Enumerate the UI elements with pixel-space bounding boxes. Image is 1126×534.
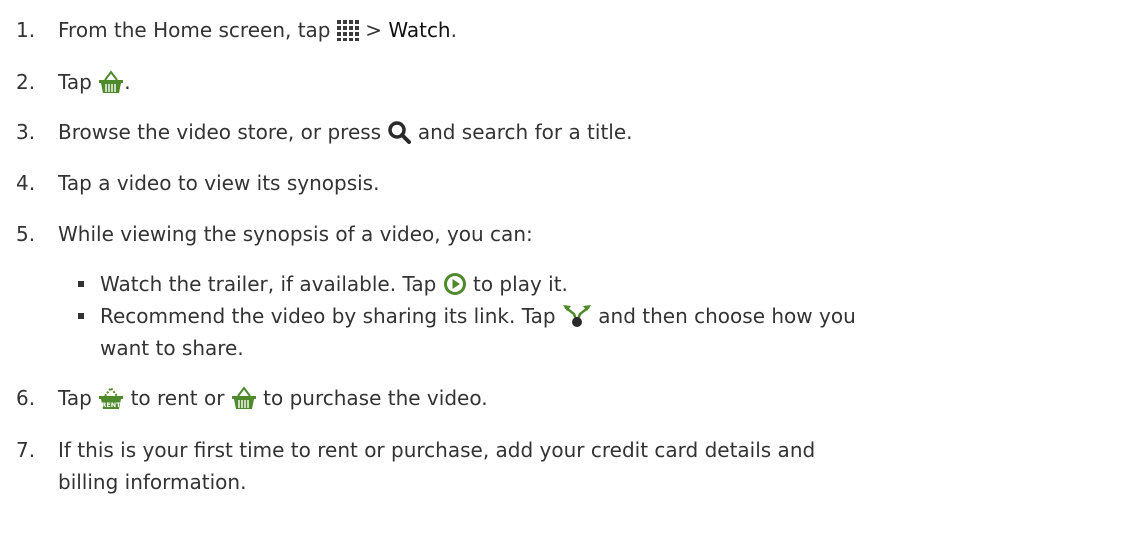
step-text: If this is your first time to rent or pu… xyxy=(58,438,816,462)
search-icon xyxy=(388,120,412,144)
step-text: Tap xyxy=(58,70,92,94)
step-text-end: to purchase the video. xyxy=(263,386,488,410)
step-number: 4. xyxy=(16,171,36,195)
step-number: 1. xyxy=(16,18,36,42)
period: . xyxy=(124,70,131,94)
bullet-continuation: want to share. xyxy=(100,336,244,360)
bullet-item: Recommend the video by sharing its link.… xyxy=(78,300,1110,332)
svg-text:RENT: RENT xyxy=(102,401,122,409)
step-number: 5. xyxy=(16,222,36,246)
instructions-page: 1. From the Home screen, tap > Watch. 2.… xyxy=(0,0,1126,534)
watch-app-name: Watch xyxy=(388,18,451,42)
step-continuation: billing information. xyxy=(58,470,247,494)
step-text: Browse the video store, or press xyxy=(58,120,382,144)
bullet-item: Watch the trailer, if available. Tap to … xyxy=(78,268,1110,300)
bullet-marker xyxy=(78,313,84,319)
step-number: 6. xyxy=(16,386,36,410)
separator: > xyxy=(365,18,382,42)
bullet-text-end: to play it. xyxy=(473,272,568,296)
bullet-text-end: and then choose how you xyxy=(598,304,856,328)
bullet-text: Watch the trailer, if available. Tap xyxy=(100,272,437,296)
period: . xyxy=(450,18,457,42)
store-basket-icon xyxy=(231,385,256,409)
apps-grid-icon xyxy=(336,19,359,41)
rent-icon: RENT xyxy=(99,385,124,409)
step-text: Tap a video to view its synopsis. xyxy=(58,171,380,195)
store-basket-icon xyxy=(99,69,124,93)
step-text-mid: to rent or xyxy=(130,386,225,410)
bullet-marker xyxy=(78,281,84,287)
step-text: Tap xyxy=(58,386,92,410)
step-number: 3. xyxy=(16,120,36,144)
step-text-end: and search for a title. xyxy=(417,120,633,144)
step-number: 2. xyxy=(16,70,36,94)
bullet-text: Recommend the video by sharing its link.… xyxy=(100,304,556,328)
step-text: From the Home screen, tap xyxy=(58,18,331,42)
share-icon xyxy=(562,304,591,327)
step-text: While viewing the synopsis of a video, y… xyxy=(58,222,533,246)
step-number: 7. xyxy=(16,438,36,462)
play-circle-icon xyxy=(443,272,466,295)
